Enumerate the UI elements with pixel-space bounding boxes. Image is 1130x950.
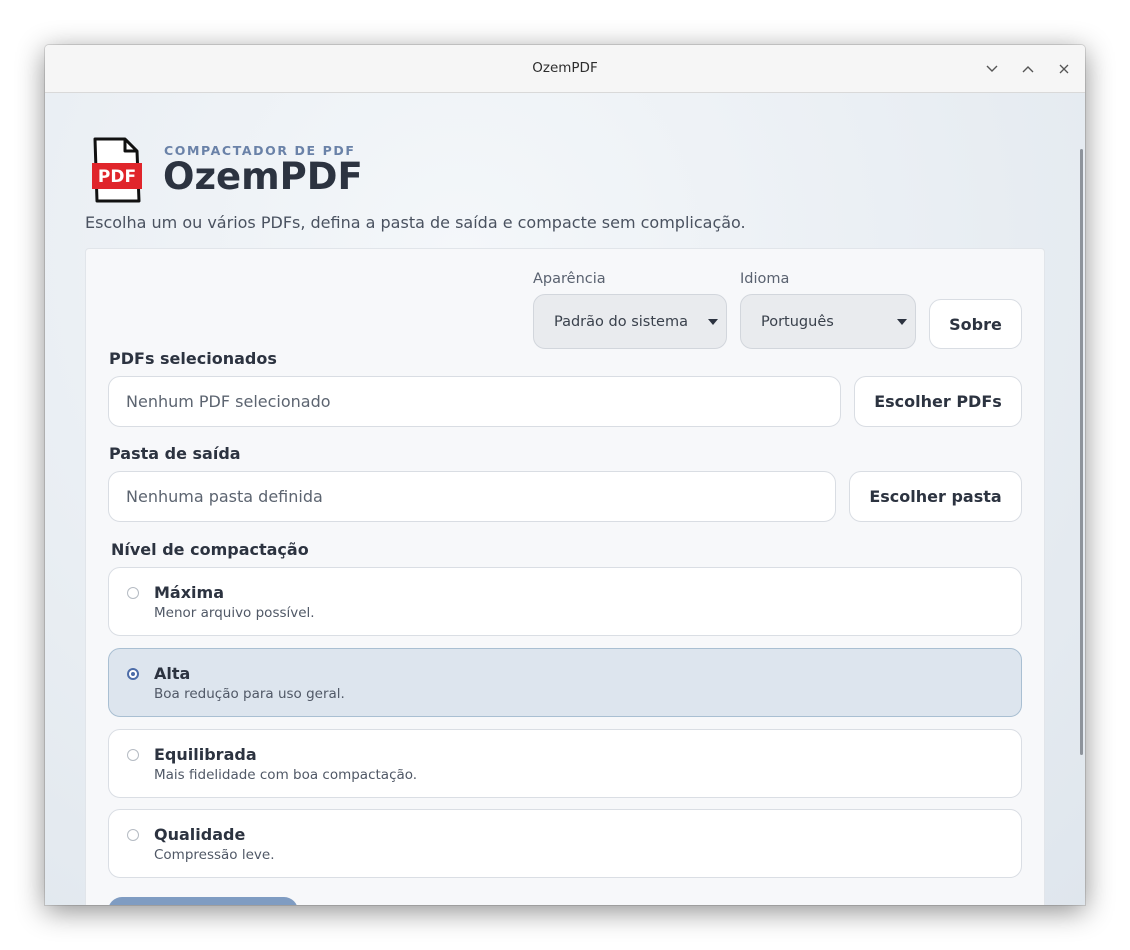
option-alta[interactable]: Alta Boa redução para uso geral. (108, 648, 1022, 717)
compression-label: Nível de compactação (111, 540, 309, 559)
main-content: PDF COMPACTADOR DE PDF OzemPDF Escolha u… (45, 93, 1085, 905)
radio-button-selected[interactable] (127, 668, 139, 680)
appearance-label: Aparência (533, 271, 606, 287)
scrollbar[interactable] (1080, 149, 1083, 755)
radio-button[interactable] (127, 829, 139, 841)
appearance-value: Padrão do sistema (554, 313, 688, 330)
titlebar: OzemPDF (45, 45, 1085, 93)
window-title: OzemPDF (532, 60, 598, 76)
option-title: Máxima (154, 583, 224, 602)
chevron-down-icon (897, 319, 907, 325)
pdfs-label: PDFs selecionados (109, 349, 277, 368)
choose-folder-button[interactable]: Escolher pasta (849, 471, 1022, 522)
appearance-select[interactable]: Padrão do sistema (533, 294, 727, 349)
app-window: OzemPDF PDF COMPACTADOR DE PDF OzemPDF E… (45, 45, 1085, 905)
option-maxima[interactable]: Máxima Menor arquivo possível. (108, 567, 1022, 636)
app-title: OzemPDF (163, 155, 363, 198)
pdfs-field[interactable]: Nenhum PDF selecionado (108, 376, 841, 427)
option-equilibrada[interactable]: Equilibrada Mais fidelidade com boa comp… (108, 729, 1022, 798)
option-title: Equilibrada (154, 745, 257, 764)
app-subtitle: Escolha um ou vários PDFs, defina a past… (85, 213, 746, 232)
radio-button[interactable] (127, 587, 139, 599)
option-qualidade[interactable]: Qualidade Compressão leve. (108, 809, 1022, 878)
close-icon[interactable] (1053, 58, 1075, 80)
language-value: Português (761, 313, 834, 330)
choose-pdfs-button[interactable]: Escolher PDFs (854, 376, 1022, 427)
radio-button[interactable] (127, 749, 139, 761)
chevron-down-icon (708, 319, 718, 325)
option-title: Alta (154, 664, 191, 683)
option-description: Boa redução para uso geral. (154, 686, 345, 702)
compress-button[interactable] (108, 897, 298, 905)
option-description: Compressão leve. (154, 847, 275, 863)
about-button[interactable]: Sobre (929, 299, 1022, 349)
output-placeholder: Nenhuma pasta definida (126, 487, 323, 506)
pdfs-placeholder: Nenhum PDF selecionado (126, 392, 331, 411)
option-description: Mais fidelidade com boa compactação. (154, 767, 418, 783)
option-description: Menor arquivo possível. (154, 605, 315, 621)
minimize-icon[interactable] (981, 58, 1003, 80)
option-title: Qualidade (154, 825, 246, 844)
output-label: Pasta de saída (109, 444, 241, 463)
output-folder-field[interactable]: Nenhuma pasta definida (108, 471, 836, 522)
pdf-logo-icon: PDF (91, 137, 143, 203)
language-select[interactable]: Português (740, 294, 916, 349)
maximize-icon[interactable] (1017, 58, 1039, 80)
language-label: Idioma (740, 271, 790, 287)
svg-text:PDF: PDF (98, 167, 136, 187)
main-card: Aparência Padrão do sistema Idioma Portu… (85, 248, 1045, 905)
